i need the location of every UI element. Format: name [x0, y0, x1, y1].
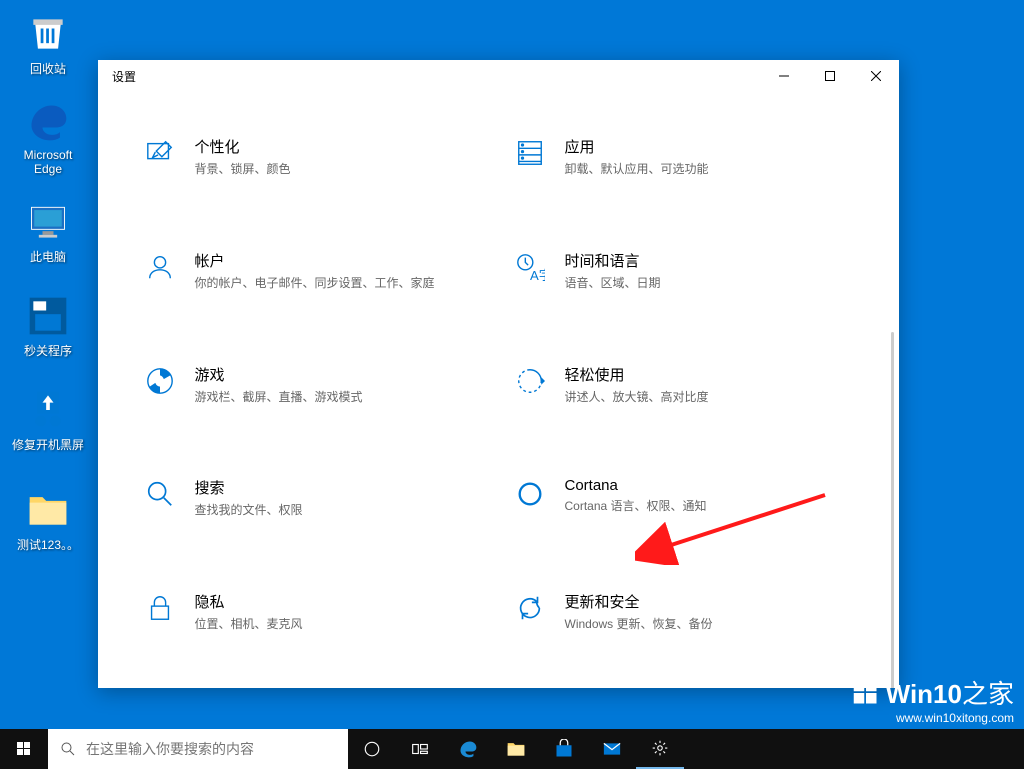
category-update-security[interactable]: 更新和安全 Windows 更新、恢复、备份 — [509, 587, 859, 637]
category-desc: 你的帐户、电子邮件、同步设置、工作、家庭 — [195, 275, 485, 292]
scrollbar[interactable] — [891, 332, 894, 688]
maximize-button[interactable] — [807, 60, 853, 92]
category-desc: 讲述人、放大镜、高对比度 — [565, 389, 855, 406]
category-desc: Windows 更新、恢复、备份 — [565, 616, 855, 633]
desktop-icon-this-pc[interactable]: 此电脑 — [10, 200, 86, 265]
cortana-icon — [513, 477, 547, 511]
edge-icon — [26, 100, 70, 144]
folder-icon — [26, 488, 70, 532]
privacy-icon — [143, 591, 177, 625]
taskbar-edge[interactable] — [444, 729, 492, 769]
desktop-icon-label: 修复开机黑屏 — [10, 436, 86, 453]
shutdown-app-icon — [26, 294, 70, 338]
category-time-language[interactable]: A字 时间和语言 语音、区域、日期 — [509, 246, 859, 296]
close-button[interactable] — [853, 60, 899, 92]
desktop-icon-recycle-bin[interactable]: 回收站 — [10, 12, 86, 77]
watermark: Win10之家 www.win10xitong.com — [852, 674, 1014, 725]
taskbar-cortana[interactable] — [348, 729, 396, 769]
category-desc: 卸载、默认应用、可选功能 — [565, 161, 855, 178]
gaming-icon — [143, 364, 177, 398]
desktop-icon-shutdown[interactable]: 秒关程序 — [10, 294, 86, 359]
apps-icon — [513, 136, 547, 170]
category-search[interactable]: 搜索 查找我的文件、权限 — [139, 473, 489, 523]
time-language-icon: A字 — [513, 250, 547, 284]
desktop-icon-label: 此电脑 — [10, 248, 86, 265]
category-title: 时间和语言 — [565, 250, 855, 271]
search-input[interactable] — [86, 741, 336, 757]
taskbar-settings[interactable] — [636, 729, 684, 769]
category-title: 轻松使用 — [565, 364, 855, 385]
category-desc: 位置、相机、麦克风 — [195, 616, 485, 633]
settings-window: 设置 个性化 背景、锁屏、颜色 应用 — [98, 60, 899, 688]
ease-of-access-icon — [513, 364, 547, 398]
desktop-icon-repair[interactable]: 修复开机黑屏 — [10, 388, 86, 453]
start-button[interactable] — [0, 729, 48, 769]
window-title: 设置 — [112, 68, 136, 85]
desktop-icon-label: 测试123。。 — [10, 536, 86, 553]
category-personalization[interactable]: 个性化 背景、锁屏、颜色 — [139, 132, 489, 182]
category-title: 应用 — [565, 136, 855, 157]
category-desc: Cortana 语言、权限、通知 — [565, 498, 855, 515]
category-apps[interactable]: 应用 卸载、默认应用、可选功能 — [509, 132, 859, 182]
titlebar: 设置 — [98, 60, 899, 92]
category-desc: 游戏栏、截屏、直播、游戏模式 — [195, 389, 485, 406]
settings-content: 个性化 背景、锁屏、颜色 应用 卸载、默认应用、可选功能 帐户 — [98, 92, 899, 688]
update-security-icon — [513, 591, 547, 625]
desktop-icon-folder[interactable]: 测试123。。 — [10, 488, 86, 553]
minimize-button[interactable] — [761, 60, 807, 92]
search-icon — [60, 741, 76, 757]
desktop-icon-edge[interactable]: Microsoft Edge — [10, 100, 86, 176]
category-desc: 查找我的文件、权限 — [195, 502, 485, 519]
category-accounts[interactable]: 帐户 你的帐户、电子邮件、同步设置、工作、家庭 — [139, 246, 489, 296]
repair-icon — [26, 388, 70, 432]
category-title: 游戏 — [195, 364, 485, 385]
category-title: 隐私 — [195, 591, 485, 612]
taskbar — [0, 729, 1024, 769]
desktop-icon-label: 回收站 — [10, 60, 86, 77]
accounts-icon — [143, 250, 177, 284]
taskbar-taskview[interactable] — [396, 729, 444, 769]
category-gaming[interactable]: 游戏 游戏栏、截屏、直播、游戏模式 — [139, 360, 489, 410]
windows-logo-icon — [852, 679, 880, 707]
category-title: 搜索 — [195, 477, 485, 498]
category-title: Cortana — [565, 477, 855, 494]
svg-text:A字: A字 — [530, 268, 545, 282]
taskbar-store[interactable] — [540, 729, 588, 769]
category-cortana[interactable]: Cortana Cortana 语言、权限、通知 — [509, 473, 859, 523]
personalization-icon — [143, 136, 177, 170]
category-desc: 语音、区域、日期 — [565, 275, 855, 292]
recycle-bin-icon — [26, 12, 70, 56]
search-icon — [143, 477, 177, 511]
taskbar-search[interactable] — [48, 729, 348, 769]
category-title: 更新和安全 — [565, 591, 855, 612]
category-title: 个性化 — [195, 136, 485, 157]
taskbar-explorer[interactable] — [492, 729, 540, 769]
category-privacy[interactable]: 隐私 位置、相机、麦克风 — [139, 587, 489, 637]
desktop-icon-label: Microsoft Edge — [10, 148, 86, 176]
category-ease-of-access[interactable]: 轻松使用 讲述人、放大镜、高对比度 — [509, 360, 859, 410]
category-title: 帐户 — [195, 250, 485, 271]
category-desc: 背景、锁屏、颜色 — [195, 161, 485, 178]
desktop-icon-label: 秒关程序 — [10, 342, 86, 359]
taskbar-mail[interactable] — [588, 729, 636, 769]
computer-icon — [26, 200, 70, 244]
